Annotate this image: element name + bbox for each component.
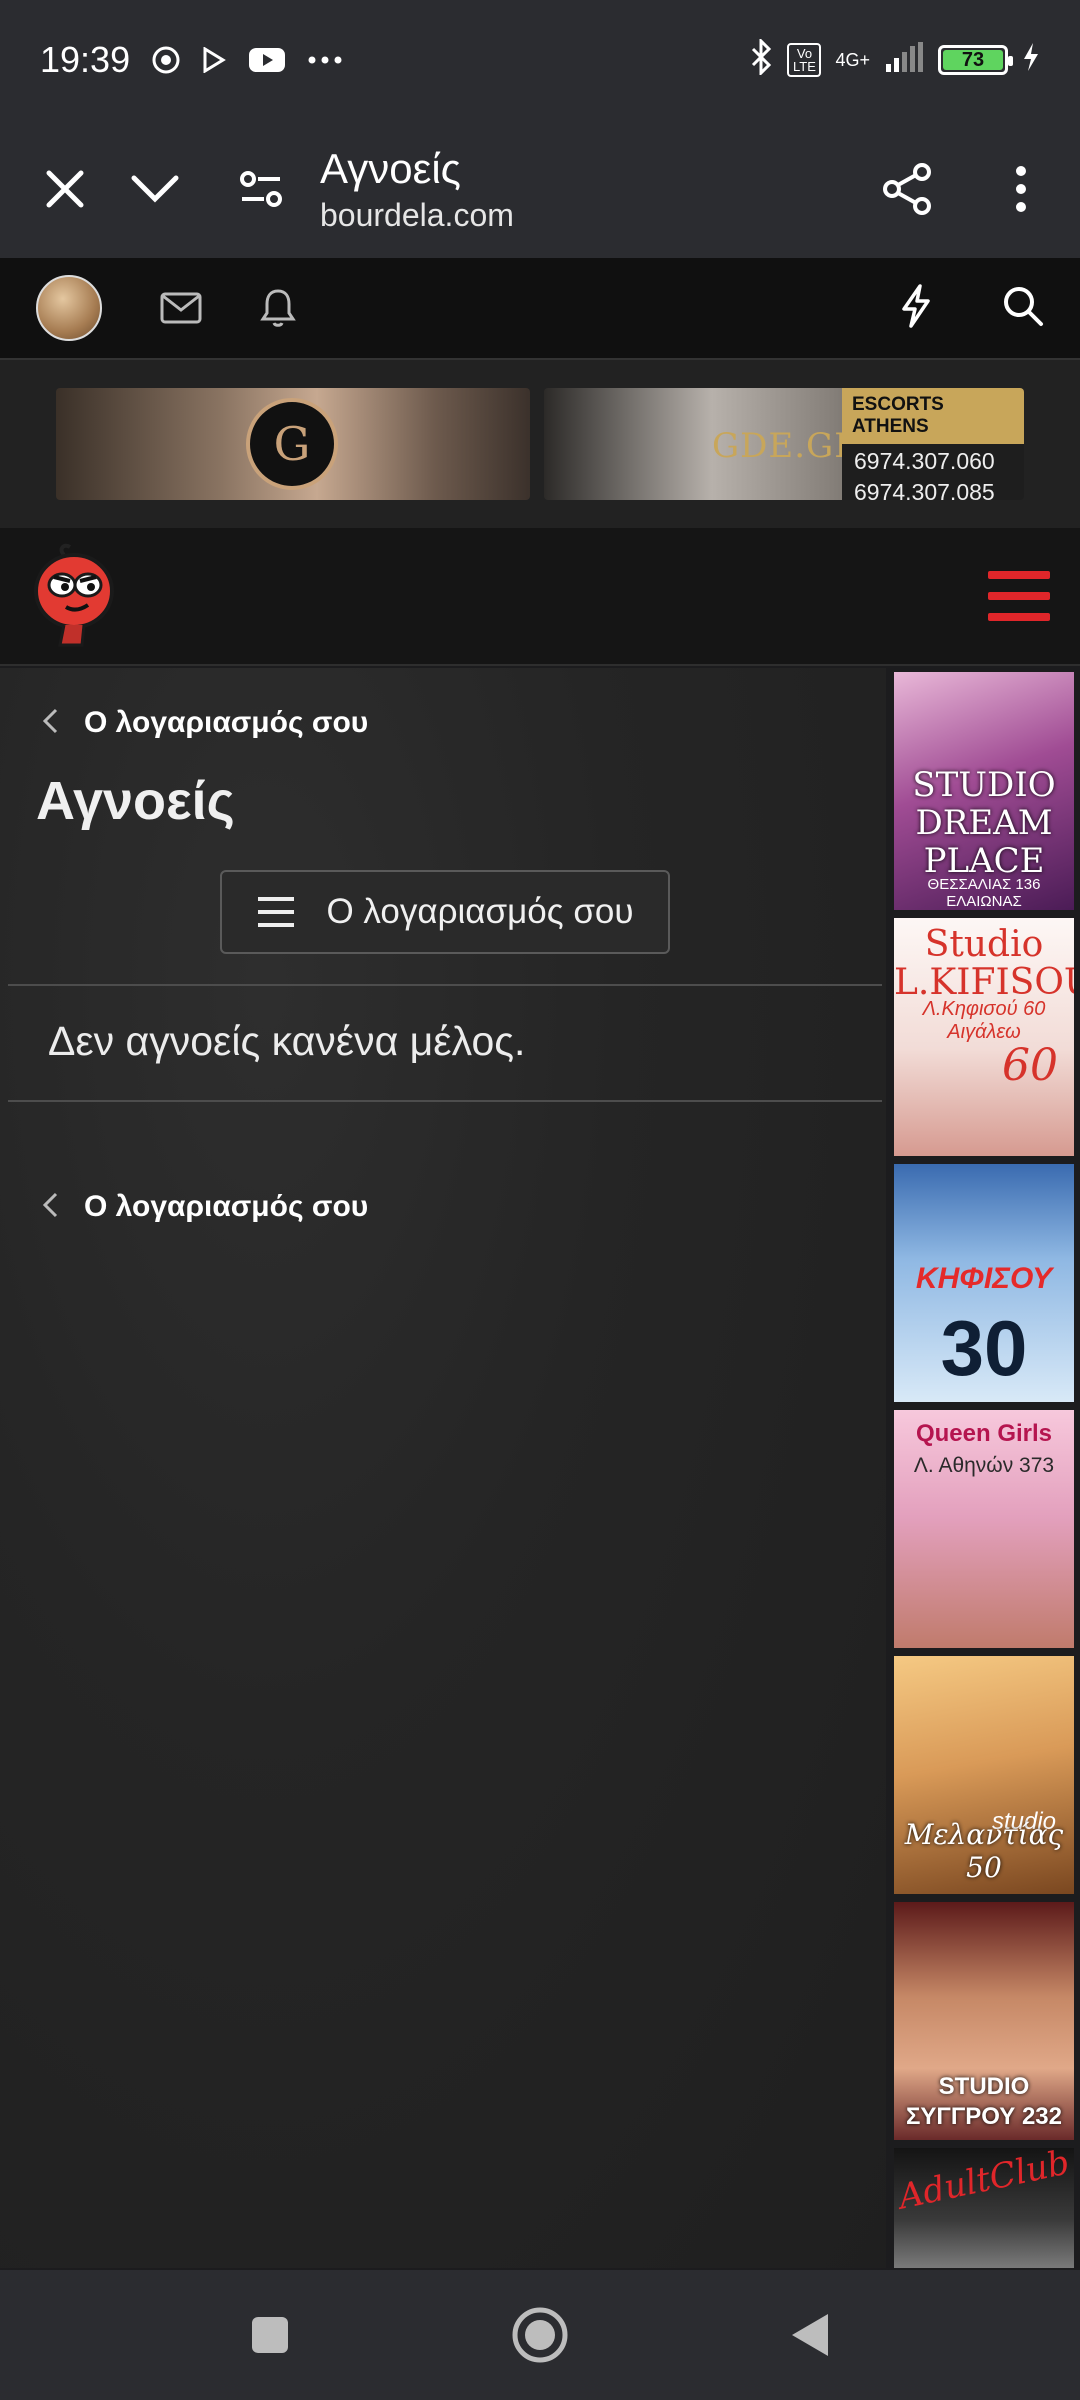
side-ad-studio-kifisou[interactable]: Studio L.KIFISOU Λ.Κηφισού 60 Αιγάλεω 60 xyxy=(894,918,1074,1156)
banner-1-logo: G xyxy=(246,398,338,490)
banner-2-phone-1: 6974.307.060 xyxy=(854,448,995,474)
side-ad-adult-club[interactable]: AdultClub xyxy=(894,2148,1074,2268)
menu-bar xyxy=(988,613,1050,621)
side-ad-studio-dream-place[interactable]: STUDIO DREAM PLACE ΘΕΣΣΑΛΙΑΣ 136 ΕΛΑΙΩΝΑ… xyxy=(894,672,1074,910)
ad-6-title: STUDIO ΣΥΓΓΡΟΥ 232 xyxy=(906,2073,1062,2130)
battery-icon: 73 xyxy=(938,45,1013,75)
banner-ad-1[interactable]: G xyxy=(56,388,530,500)
account-menu-label: Ο λογαριασμός σου xyxy=(326,892,634,931)
ad-2-title: Studio L.KIFISOU xyxy=(894,924,1074,1003)
side-ad-column: STUDIO DREAM PLACE ΘΕΣΣΑΛΙΑΣ 136 ΕΛΑΙΩΝΑ… xyxy=(894,672,1074,2270)
side-ad-kifisou-30[interactable]: ΚΗΦΙΣΟΥ 30 xyxy=(894,1164,1074,1402)
share-button[interactable] xyxy=(862,144,952,234)
breadcrumb-bottom[interactable]: Ο λογαριασμός σου xyxy=(0,1152,368,1262)
more-notifications-icon xyxy=(308,56,342,64)
charging-icon xyxy=(1022,42,1040,78)
page-title: Αγνοείς xyxy=(36,771,235,831)
system-nav-bar xyxy=(0,2270,1080,2400)
close-icon xyxy=(46,170,84,208)
divider xyxy=(8,984,882,986)
menu-icon xyxy=(258,897,295,927)
ad-1-title: STUDIO DREAM PLACE xyxy=(912,765,1056,881)
chevron-left-icon xyxy=(42,1188,58,1227)
inbox-button[interactable] xyxy=(160,292,202,324)
alerts-button[interactable] xyxy=(260,287,296,329)
page-title-label: Αγνοείς xyxy=(320,144,461,192)
divider xyxy=(8,1100,882,1102)
share-icon xyxy=(883,163,931,215)
ad-2-number: 60 xyxy=(1002,1040,1058,1091)
square-icon xyxy=(252,2317,288,2353)
side-ad-melantias-50[interactable]: studio Μελαντίας 50 xyxy=(894,1656,1074,1894)
side-ad-syggrou-232[interactable]: STUDIO ΣΥΓΓΡΟΥ 232 xyxy=(894,1902,1074,2140)
ad-4-title: Queen Girls xyxy=(915,1420,1053,1447)
ad-5-title: Μελαντίας 50 xyxy=(904,1818,1064,1884)
more-vert-icon xyxy=(1016,166,1026,212)
chrome-icon xyxy=(152,46,180,74)
signal-label: 4G+ xyxy=(835,49,870,70)
site-settings-button[interactable] xyxy=(216,144,306,234)
page-url: bourdela.com xyxy=(320,196,514,233)
breadcrumb-link[interactable]: Ο λογαριασμός σου xyxy=(84,706,368,740)
home-button[interactable] xyxy=(500,2295,580,2375)
breadcrumb-link[interactable]: Ο λογαριασμός σου xyxy=(84,1190,368,1224)
forum-header xyxy=(0,528,1080,666)
user-avatar[interactable] xyxy=(36,275,102,341)
back-button[interactable] xyxy=(770,2295,850,2375)
back-triangle-icon xyxy=(792,2314,828,2356)
more-options-button[interactable] xyxy=(976,144,1066,234)
ad-7-title: AdultClub xyxy=(895,2148,1073,2218)
whats-new-button[interactable] xyxy=(900,283,932,333)
bolt-icon xyxy=(902,283,930,328)
ad-3-title: ΚΗΦΙΣΟΥ xyxy=(915,1262,1053,1295)
tune-icon xyxy=(240,171,282,207)
chevron-left-icon xyxy=(42,704,58,743)
forum-user-nav xyxy=(0,258,1080,360)
ad-1-address: ΘΕΣΣΑΛΙΑΣ 136 ΕΛΑΙΩΝΑΣ xyxy=(927,876,1041,910)
minimize-button[interactable] xyxy=(110,144,200,234)
battery-level: 73 xyxy=(943,49,1003,71)
bluetooth-icon xyxy=(749,37,773,81)
circle-home-icon xyxy=(512,2307,568,2363)
breadcrumb-top[interactable]: Ο λογαριασμός σου xyxy=(0,668,886,778)
page-info[interactable]: Αγνοείς bourdela.com xyxy=(320,145,514,234)
menu-bar xyxy=(988,571,1050,579)
top-banner-strip: G GDE.GR ESCORTS ATHENS 6974.307.060 697… xyxy=(0,360,1080,528)
empty-list-message: Δεν αγνοείς κανένα μέλος. xyxy=(48,1018,526,1064)
status-clock: 19:39 xyxy=(40,39,131,80)
search-button[interactable] xyxy=(1002,285,1044,332)
recents-button[interactable] xyxy=(230,2295,310,2375)
youtube-icon xyxy=(248,46,286,74)
close-tab-button[interactable] xyxy=(20,144,110,234)
chevron-down-icon xyxy=(131,175,179,203)
banner-2-title: ESCORTS ATHENS xyxy=(842,388,1024,444)
volte-icon: Vo LTE xyxy=(787,43,822,77)
ad-3-number: 30 xyxy=(940,1304,1028,1392)
ad-4-address: Λ. Αθηνών 373 xyxy=(913,1454,1055,1477)
banner-2-phone-2: 6974.307.085 xyxy=(854,479,995,500)
side-ad-queen-girls[interactable]: Queen Girls Λ. Αθηνών 373 xyxy=(894,1410,1074,1648)
play-store-icon xyxy=(202,47,226,73)
main-content: Ο λογαριασμός σου Αγνοείς Ο λογαριασμός … xyxy=(0,668,886,2268)
menu-bar xyxy=(988,592,1050,600)
signal-strength-icon xyxy=(884,42,924,78)
account-menu-button[interactable]: Ο λογαριασμός σου xyxy=(220,870,670,954)
ad-2-address: Λ.Κηφισού 60 Αιγάλεω xyxy=(922,998,1046,1043)
site-logo[interactable] xyxy=(30,541,120,651)
banner-2-info: ESCORTS ATHENS 6974.307.060 6974.307.085 xyxy=(842,388,1024,500)
status-bar: 19:39 Vo LTE 4G+ 73 xyxy=(0,0,1080,120)
banner-2-brand: GDE.GR xyxy=(712,426,861,466)
envelope-icon xyxy=(160,292,202,324)
bell-icon xyxy=(260,289,296,327)
banner-ad-2[interactable]: GDE.GR ESCORTS ATHENS 6974.307.060 6974.… xyxy=(544,388,1024,500)
browser-toolbar: Αγνοείς bourdela.com xyxy=(0,120,1080,258)
search-icon xyxy=(1004,286,1043,326)
main-menu-button[interactable] xyxy=(988,571,1050,621)
